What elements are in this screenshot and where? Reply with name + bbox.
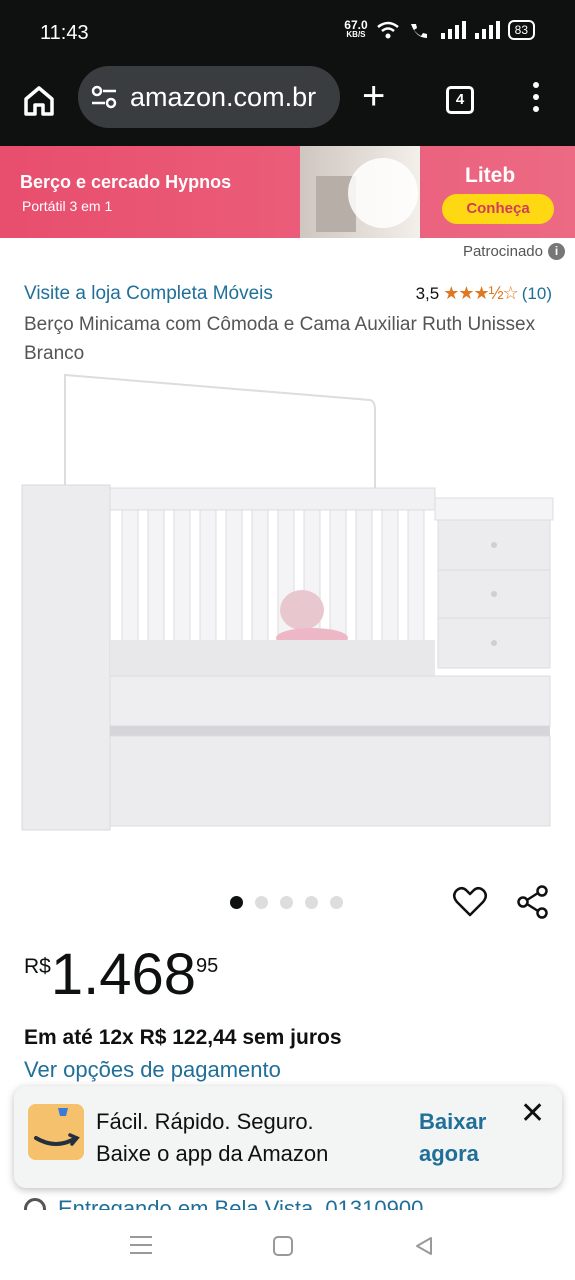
net-speed-value: 67.0 (344, 18, 368, 32)
heart-icon[interactable] (452, 884, 488, 920)
status-time: 11:43 (40, 22, 89, 44)
call-icon (410, 24, 427, 38)
net-speed-indicator: 67.0 KB/S (344, 18, 368, 40)
product-image[interactable] (20, 370, 556, 840)
price-fraction: 95 (196, 955, 219, 977)
new-tab-button[interactable]: + (362, 76, 385, 116)
rating-count[interactable]: (10) (522, 284, 552, 304)
star-rating-icon: ★★★½☆ (443, 283, 519, 303)
amazon-app-icon (28, 1104, 84, 1160)
carousel-dot-4[interactable] (305, 896, 318, 909)
wifi-icon (376, 21, 399, 39)
system-navigation-bar (0, 1212, 575, 1280)
signal-icon-1 (440, 21, 466, 39)
tab-switcher-button[interactable]: 4 (446, 86, 474, 114)
installments-text: Em até 12x R$ 122,44 sem juros (24, 1026, 342, 1049)
banner-brand-logo: Liteb (465, 164, 516, 187)
download-cta-line2: agora (419, 1141, 479, 1166)
payment-options-link[interactable]: Ver opções de pagamento (24, 1057, 281, 1083)
price-whole: 1.468 (50, 942, 197, 1007)
download-cta-line1: Baixar (419, 1109, 487, 1134)
store-link[interactable]: Visite a loja Completa Móveis (24, 283, 273, 305)
sponsored-banner[interactable]: Berço e cercado Hypnos Portátil 3 em 1 L… (0, 146, 575, 238)
sponsored-label[interactable]: Patrocinado i (463, 243, 565, 260)
sponsored-text: Patrocinado (462, 243, 543, 260)
app-download-promo: Fácil. Rápido. Seguro. Baixe o app da Am… (14, 1086, 562, 1188)
info-icon[interactable]: i (548, 243, 565, 260)
product-price: R$ 1.468 95 (24, 943, 218, 1007)
recent-apps-icon[interactable] (130, 1236, 152, 1256)
download-app-button[interactable]: Baixar agora (419, 1106, 486, 1170)
carousel-dot-2[interactable] (255, 896, 268, 909)
browser-menu-icon[interactable] (527, 82, 545, 118)
location-pin-icon (24, 1198, 46, 1210)
banner-subtitle: Portátil 3 em 1 (22, 198, 113, 214)
app-promo-line1: Fácil. Rápido. Seguro. (96, 1109, 314, 1134)
url-text[interactable]: amazon.com.br (130, 82, 316, 113)
close-icon[interactable]: ✕ (520, 1096, 545, 1131)
signal-icon-2 (474, 21, 500, 39)
image-carousel-dots[interactable] (230, 896, 343, 909)
rating-summary[interactable]: 3,5 ★★★½☆ (10) (416, 283, 552, 304)
product-title: Berço Minicama com Cômoda e Cama Auxilia… (24, 314, 536, 364)
status-icons: 67.0 KB/S 83 (344, 18, 535, 40)
carousel-dot-1[interactable] (230, 896, 243, 909)
address-bar[interactable]: amazon.com.br (78, 66, 340, 128)
browser-toolbar: amazon.com.br + 4 (0, 66, 575, 146)
system-home-icon[interactable] (273, 1236, 293, 1256)
app-promo-text: Fácil. Rápido. Seguro. Baixe o app da Am… (96, 1106, 328, 1170)
back-icon[interactable] (414, 1236, 434, 1256)
price-currency: R$ (24, 955, 51, 978)
app-promo-line2: Baixe o app da Amazon (96, 1141, 329, 1166)
banner-cta-button[interactable]: Conheça (442, 194, 554, 224)
battery-indicator: 83 (507, 20, 535, 40)
carousel-dot-3[interactable] (280, 896, 293, 909)
banner-product-photo (300, 146, 420, 238)
share-icon[interactable] (515, 884, 551, 920)
banner-title: Berço e cercado Hypnos (20, 172, 232, 192)
rating-value: 3,5 (415, 283, 440, 303)
delivery-location[interactable]: Entregando em Bela Vista, 01310900 (24, 1196, 544, 1210)
status-bar: 11:43 67.0 KB/S 83 (0, 0, 575, 66)
carousel-dot-5[interactable] (330, 896, 343, 909)
site-settings-icon[interactable] (90, 84, 118, 110)
delivery-text[interactable]: Entregando em Bela Vista, 01310900 (58, 1196, 423, 1210)
net-speed-unit: KB/S (346, 30, 366, 39)
home-icon[interactable] (18, 80, 60, 122)
